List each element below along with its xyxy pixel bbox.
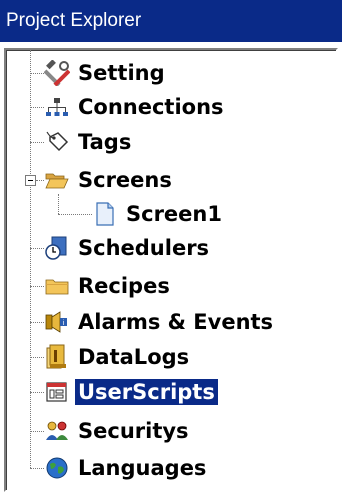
panel-title: Project Explorer — [0, 0, 342, 42]
document-icon — [92, 201, 118, 227]
users-icon — [44, 418, 70, 444]
tree-item-label: Screens — [78, 168, 172, 192]
scheduler-clock-icon — [44, 235, 70, 261]
tree-item-label: Setting — [78, 61, 165, 85]
tree-item-label: DataLogs — [78, 345, 190, 369]
collapse-toggle[interactable] — [25, 175, 36, 186]
alarm-icon: i — [44, 309, 70, 335]
project-explorer-panel: Project Explorer Setting Connections Tag… — [0, 0, 342, 494]
tree-item-label: Alarms & Events — [78, 310, 274, 334]
tree-item-alarms-events[interactable]: i Alarms & Events — [44, 306, 276, 338]
tree-item-label: Recipes — [78, 274, 170, 298]
tree-item-languages[interactable]: Languages — [44, 452, 209, 484]
tag-icon — [44, 129, 70, 155]
tree-item-datalogs[interactable]: DataLogs — [44, 341, 192, 373]
tree-item-connections[interactable]: Connections — [44, 91, 227, 123]
globe-icon — [44, 455, 70, 481]
network-icon — [44, 94, 70, 120]
tree-item-label: Languages — [78, 456, 207, 480]
tree-item-recipes[interactable]: Recipes — [44, 270, 173, 302]
datalog-icon — [44, 344, 70, 370]
tree-item-label: Screen1 — [126, 202, 222, 226]
tree-connector — [58, 194, 59, 214]
tree-item-securitys[interactable]: Securitys — [44, 415, 192, 447]
project-tree[interactable]: Setting Connections Tags Screens Screen1… — [4, 48, 338, 492]
open-folder-icon — [44, 167, 70, 193]
tools-icon — [44, 60, 70, 86]
tree-connector — [30, 50, 31, 468]
folder-icon — [44, 273, 70, 299]
script-icon — [44, 379, 70, 405]
tree-item-schedulers[interactable]: Schedulers — [44, 232, 212, 264]
tree-item-setting[interactable]: Setting — [44, 57, 168, 89]
tree-item-userscripts[interactable]: UserScripts — [44, 376, 218, 408]
tree-item-label: Connections — [78, 95, 224, 119]
tree-item-screens[interactable]: Screens — [44, 164, 175, 196]
tree-item-label: Tags — [78, 130, 132, 154]
tree-item-tags[interactable]: Tags — [44, 126, 134, 158]
tree-item-label: UserScripts — [75, 379, 218, 405]
tree-item-label: Securitys — [78, 419, 189, 443]
tree-item-label: Schedulers — [78, 236, 210, 260]
tree-item-screen1[interactable]: Screen1 — [92, 198, 225, 230]
